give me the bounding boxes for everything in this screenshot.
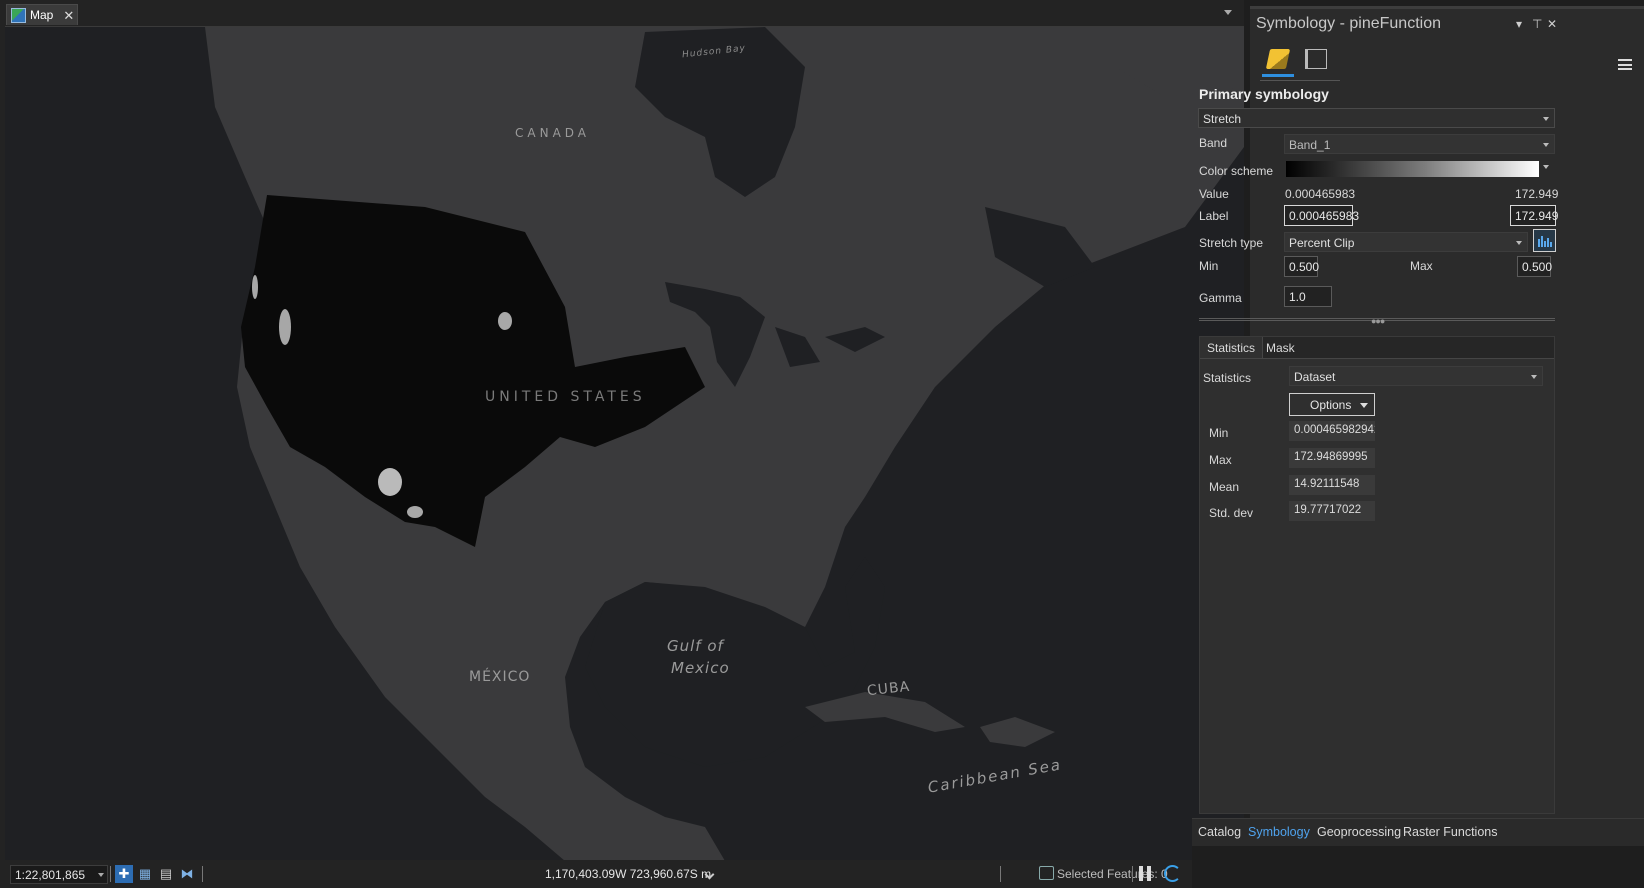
stat-value-min[interactable]: 0.0004659829428 xyxy=(1289,421,1375,441)
stretch-type-value: Percent Clip xyxy=(1289,236,1355,250)
min-percent-input[interactable]: 0.500 xyxy=(1284,256,1319,277)
map-tab-label: Map xyxy=(30,8,54,22)
map-label-mexico: MÉXICO xyxy=(469,669,531,685)
primary-symbology-heading: Primary symbology xyxy=(1199,86,1329,102)
statistics-source-select[interactable]: Dataset xyxy=(1289,366,1543,386)
close-icon[interactable]: ✕ xyxy=(63,9,74,22)
options-label: Options xyxy=(1310,398,1352,412)
max-percent-input[interactable]: 0.500 xyxy=(1517,256,1552,277)
tab-vary-symbology[interactable] xyxy=(1300,47,1332,77)
band-label: Band xyxy=(1199,136,1228,150)
pane-options-icon[interactable]: ▾ xyxy=(1516,17,1522,31)
map-tab-bar: Map ✕ xyxy=(0,0,1244,26)
basemap-layer xyxy=(5,27,1244,860)
stretch-type-select[interactable]: Percent Clip xyxy=(1284,232,1528,252)
renderer-value: Stretch xyxy=(1203,112,1242,126)
map-status-bar: 1:22,801,865 ✚ ▦ ▤ ⧓ 1,170,403.09W 723,9… xyxy=(0,860,1244,888)
map-tab[interactable]: Map ✕ xyxy=(6,4,78,25)
chevron-down-icon xyxy=(98,873,104,877)
stat-label-mean: Mean xyxy=(1209,480,1240,494)
tab-primary-symbology[interactable] xyxy=(1262,47,1294,77)
dock-tab-bar: Catalog Symbology Geoprocessing Raster F… xyxy=(1192,818,1644,846)
band-select[interactable]: Band_1 xyxy=(1284,134,1555,154)
stat-value-mean[interactable]: 14.92111548 xyxy=(1289,475,1375,495)
coordinate-readout: 1,170,403.09W 723,960.67S m xyxy=(545,867,712,881)
map-label-united-states: UNITED STATES xyxy=(485,389,646,405)
hamburger-menu-icon[interactable] xyxy=(1618,59,1632,70)
gamma-input[interactable]: 1.0 xyxy=(1284,286,1332,307)
stat-label-std-dev: Std. dev xyxy=(1209,506,1254,520)
bottom-strip xyxy=(1192,846,1644,888)
map-label-gulf: Gulf of xyxy=(667,637,724,655)
dock-tab-catalog[interactable]: Catalog xyxy=(1198,825,1241,839)
stat-value-std-dev[interactable]: 19.77717022 xyxy=(1289,501,1375,521)
vary-symbology-icon xyxy=(1305,49,1327,69)
divider xyxy=(1132,866,1133,882)
dock-tab-raster-functions[interactable]: Raster Functions xyxy=(1403,825,1497,839)
statistics-label: Statistics xyxy=(1203,371,1252,385)
selected-features-count[interactable]: Selected Features: 0 xyxy=(1057,867,1168,881)
close-icon[interactable]: ✕ xyxy=(1547,17,1557,31)
map-label-mexico-gulf: Mexico xyxy=(671,659,730,677)
grid-icon[interactable]: ▦ xyxy=(136,865,154,883)
chevron-down-icon xyxy=(1543,143,1549,147)
stat-label-max: Max xyxy=(1209,453,1232,467)
value-min: 0.000465983 xyxy=(1285,187,1356,201)
band-value: Band_1 xyxy=(1289,138,1331,152)
label-min-input[interactable]: 0.000465983 xyxy=(1284,205,1359,226)
stretch-type-label: Stretch type xyxy=(1199,236,1264,250)
statistics-body xyxy=(1200,358,1554,813)
gamma-label: Gamma xyxy=(1199,291,1242,305)
snapping-icon[interactable]: ✚ xyxy=(115,865,133,883)
tab-list-dropdown-icon[interactable] xyxy=(1224,10,1232,15)
dock-tab-symbology[interactable]: Symbology xyxy=(1248,825,1310,839)
grip-icon: ●●● xyxy=(1371,316,1385,326)
primary-symbology-icon xyxy=(1265,49,1291,69)
dock-tab-geoprocessing[interactable]: Geoprocessing xyxy=(1317,825,1401,839)
tab-statistics[interactable]: Statistics xyxy=(1200,337,1264,359)
selection-icon[interactable] xyxy=(1039,866,1054,880)
chevron-down-icon xyxy=(1531,375,1537,379)
options-button[interactable]: Options xyxy=(1289,393,1375,416)
stat-value-max[interactable]: 172.94869995 xyxy=(1289,448,1375,468)
min-label: Min xyxy=(1199,259,1219,273)
divider xyxy=(110,866,111,882)
pause-icon[interactable] xyxy=(1139,866,1151,881)
divider xyxy=(1000,866,1001,882)
value-label: Value xyxy=(1199,187,1229,201)
map-icon xyxy=(11,7,26,23)
pin-icon[interactable]: ⊤ xyxy=(1532,17,1542,31)
value-max: 172.949 xyxy=(1515,187,1559,201)
map-label-canada: CANADA xyxy=(515,126,591,140)
chevron-down-icon xyxy=(1360,403,1368,408)
color-scheme-ramp[interactable] xyxy=(1286,161,1539,177)
panel-splitter[interactable]: ●●● xyxy=(1199,316,1555,326)
pane-title: Symbology - pineFunction xyxy=(1256,15,1441,32)
max-label: Max xyxy=(1410,259,1433,273)
label-max-input[interactable]: 172.949 xyxy=(1510,205,1558,226)
table-icon[interactable]: ▤ xyxy=(157,865,175,883)
constraints-icon[interactable]: ⧓ xyxy=(178,865,196,883)
map-pane: Map ✕ Hudson Bay CANADA UNITED STATES MÉ… xyxy=(0,0,1244,888)
statistics-panel: Statistics Mask xyxy=(1199,336,1555,814)
histogram-button[interactable] xyxy=(1533,229,1556,252)
map-view[interactable]: Hudson Bay CANADA UNITED STATES MÉXICO G… xyxy=(5,26,1244,860)
chevron-down-icon xyxy=(1516,241,1522,245)
renderer-select[interactable]: Stretch xyxy=(1198,108,1555,128)
stat-label-min: Min xyxy=(1209,426,1229,440)
chevron-down-icon xyxy=(1543,117,1549,121)
tab-mask[interactable]: Mask xyxy=(1259,337,1302,359)
color-scheme-label: Color scheme xyxy=(1199,164,1274,178)
refresh-icon[interactable] xyxy=(1164,865,1181,882)
label-label: Label xyxy=(1199,209,1229,223)
statistics-source-value: Dataset xyxy=(1294,370,1336,384)
divider xyxy=(202,866,203,882)
scale-selector[interactable]: 1:22,801,865 xyxy=(10,865,108,884)
scale-value: 1:22,801,865 xyxy=(15,868,86,882)
tab-underline xyxy=(1260,80,1340,81)
chevron-down-icon[interactable] xyxy=(1543,165,1549,169)
